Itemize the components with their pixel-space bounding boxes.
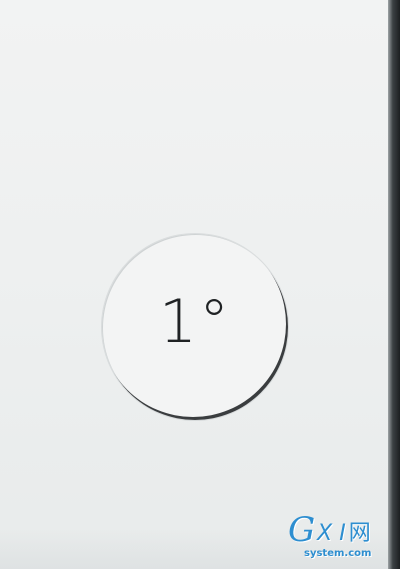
- watermark-logo-net: 网: [348, 521, 371, 546]
- level-angle-readout: 1°: [158, 287, 232, 357]
- watermark-logo-g: G: [288, 510, 316, 550]
- level-screen: 1°: [0, 0, 388, 569]
- watermark-logo-mark: G X I 网: [288, 513, 386, 547]
- level-dial: 1°: [102, 234, 288, 420]
- device-bezel: [388, 0, 400, 569]
- watermark-domain: system.com: [304, 548, 372, 559]
- watermark-logo-xi: X I: [317, 521, 346, 546]
- watermark-logo: G X I 网 system.com: [288, 513, 386, 563]
